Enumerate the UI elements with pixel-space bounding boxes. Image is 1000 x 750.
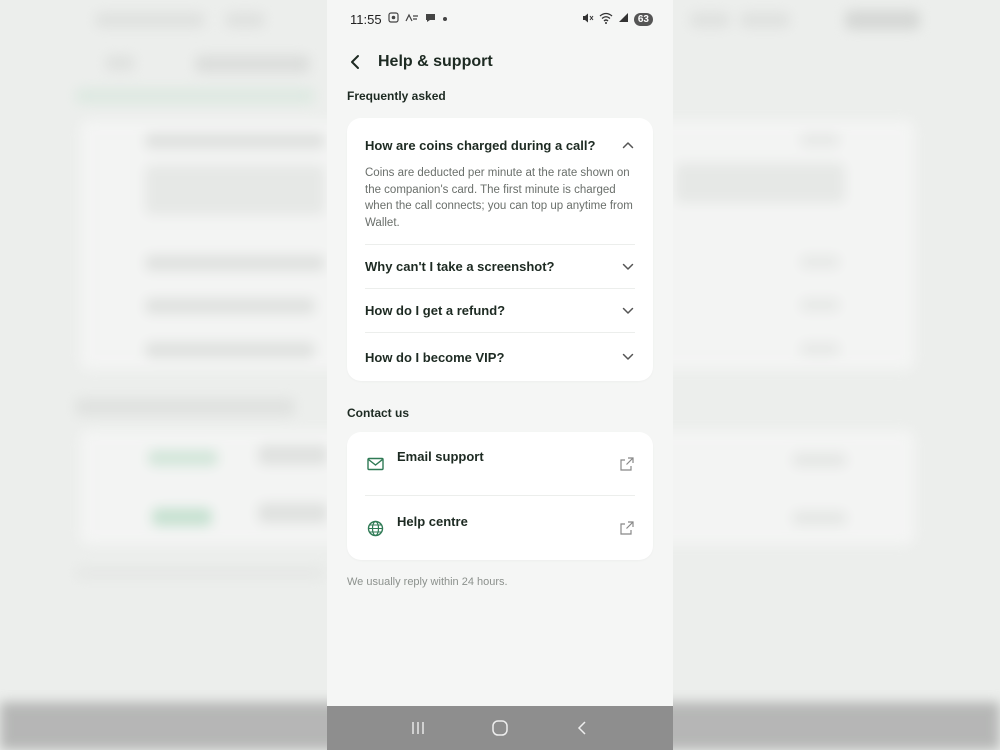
back-arrow-icon	[577, 721, 586, 735]
contact-section-label: Contact us	[347, 406, 410, 420]
reply-time-note: We usually reply within 24 hours.	[347, 576, 508, 588]
globe-icon	[365, 518, 385, 538]
signal-icon	[618, 12, 629, 26]
faq-question: How are coins charged during a call?	[365, 137, 596, 153]
faq-item: Why can't I take a screenshot?	[365, 245, 635, 289]
app-notification-icon	[405, 13, 419, 26]
faq-section-label: Frequently asked	[347, 89, 446, 103]
home-button[interactable]	[485, 713, 515, 743]
header: Help & support	[327, 38, 673, 86]
phone-screen: 11:55 63 Help & support Frequently asked…	[327, 0, 673, 750]
chat-notification-icon	[425, 12, 436, 26]
faq-question: How do I become VIP?	[365, 349, 505, 365]
help-centre-label: Help centre	[397, 513, 468, 529]
email-support-label: Email support	[397, 449, 484, 464]
faq-item: How do I get a refund?	[365, 289, 635, 333]
external-link-icon	[619, 520, 635, 536]
mail-icon	[365, 454, 385, 474]
more-notifications-dot-icon	[442, 14, 448, 25]
chevron-left-icon	[351, 55, 359, 69]
chevron-down-icon	[621, 350, 635, 364]
chevron-down-icon	[621, 260, 635, 274]
page-title: Help & support	[378, 53, 493, 70]
status-time: 11:55	[350, 11, 382, 27]
recent-apps-button[interactable]	[403, 713, 433, 743]
back-button[interactable]	[349, 50, 369, 74]
home-icon	[492, 720, 508, 736]
battery-indicator: 63	[633, 12, 653, 26]
status-bar: 11:55 63	[327, 0, 673, 38]
faq-item: How are coins charged during a call? Coi…	[365, 118, 635, 245]
contact-card: Email support Help centre	[347, 432, 653, 560]
faq-question-row[interactable]: Why can't I take a screenshot?	[365, 245, 635, 288]
faq-question-row[interactable]: How do I get a refund?	[365, 289, 635, 332]
faq-question-row[interactable]: How are coins charged during a call?	[365, 118, 635, 172]
help-centre-row[interactable]: Help centre	[365, 496, 635, 560]
faq-question: How do I get a refund?	[365, 303, 506, 318]
faq-answer: Coins are deducted per minute at the rat…	[365, 167, 633, 229]
wifi-icon	[599, 12, 613, 27]
status-left: 11:55	[350, 12, 448, 27]
faq-card: How are coins charged during a call? Coi…	[347, 118, 653, 381]
faq-question: Why can't I take a screenshot?	[365, 259, 555, 274]
mute-icon	[582, 12, 594, 27]
faq-item: How do I become VIP?	[365, 333, 635, 381]
status-right: 63	[582, 12, 653, 27]
back-nav-button[interactable]	[567, 713, 597, 743]
recent-apps-icon	[412, 722, 424, 734]
email-support-row[interactable]: Email support	[365, 432, 635, 496]
system-navigation-bar	[327, 706, 673, 750]
faq-question-row[interactable]: How do I become VIP?	[365, 333, 635, 381]
screenshot-notification-icon	[387, 12, 399, 26]
external-link-icon	[619, 456, 635, 472]
chevron-down-icon	[621, 304, 635, 318]
chevron-up-icon	[621, 138, 635, 152]
